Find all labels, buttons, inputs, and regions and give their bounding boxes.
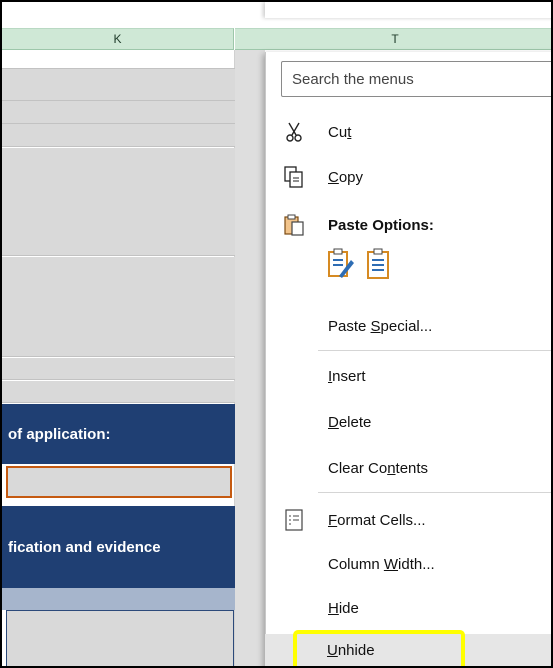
column-header-k-label: K	[113, 32, 122, 46]
cell-block[interactable]	[2, 381, 235, 403]
cell-block[interactable]	[2, 358, 235, 380]
cell-block[interactable]	[2, 148, 235, 256]
menu-item-paste-special[interactable]: Paste Special...	[266, 308, 551, 344]
menu-item-cut[interactable]: Cut	[266, 114, 551, 150]
mini-toolbar-edge	[265, 2, 551, 18]
insert-label-b: nsert	[332, 367, 366, 385]
hide-label-b: ide	[338, 599, 359, 617]
delete-label-accel: D	[328, 413, 339, 431]
column-width-label-b: idth...	[398, 555, 435, 573]
column-width-label-accel: W	[383, 555, 399, 573]
excel-window: K T of application: fication and evidenc…	[0, 0, 553, 668]
application-input-cell[interactable]	[6, 466, 232, 498]
section-header-application-text: of application:	[8, 425, 111, 443]
cell-block[interactable]	[2, 69, 235, 147]
menu-item-paste-options: Paste Options:	[266, 207, 551, 243]
copy-label-b: opy	[338, 168, 364, 186]
context-menu: Search the menus Cut Copy Paste Options:	[265, 52, 551, 666]
paste-formatting-icon[interactable]	[326, 247, 356, 281]
section-header-evidence-text: fication and evidence	[8, 538, 161, 556]
section-header-application[interactable]: of application:	[2, 404, 235, 464]
format-cells-label-b: ormat Cells...	[337, 511, 426, 529]
cut-label-a: Cu	[328, 123, 348, 141]
menu-separator	[318, 492, 551, 493]
format-cells-icon	[282, 508, 306, 532]
menu-item-copy[interactable]: Copy	[266, 159, 551, 195]
search-menus-input[interactable]: Search the menus	[281, 61, 551, 97]
paste-special-label-a: Paste	[328, 317, 371, 335]
column-header-t-label: T	[391, 32, 399, 46]
gridline	[2, 100, 235, 101]
paste-options-buttons	[326, 247, 394, 281]
menu-item-column-width[interactable]: Column Width...	[266, 546, 551, 582]
menu-item-hide[interactable]: Hide	[266, 590, 551, 626]
menu-item-insert[interactable]: Insert	[266, 358, 551, 394]
unhide-highlight-annotation	[293, 630, 465, 666]
copy-icon	[282, 165, 306, 189]
menu-separator	[318, 350, 551, 351]
menu-item-format-cells[interactable]: Format Cells...	[266, 502, 551, 538]
column-t-cells[interactable]	[235, 50, 265, 666]
clipboard-icon	[282, 213, 306, 237]
scissors-icon	[282, 120, 306, 144]
paste-options-label: Paste Options:	[328, 216, 434, 234]
delete-label-b: elete	[338, 413, 372, 431]
column-header-k[interactable]: K	[2, 28, 234, 50]
paste-special-label-accel: S	[370, 317, 381, 335]
clear-contents-label-accel: n	[387, 459, 396, 477]
copy-label-accel: C	[328, 168, 339, 186]
format-cells-label-accel: F	[328, 511, 338, 529]
menu-item-clear-contents[interactable]: Clear Contents	[266, 450, 551, 486]
paste-clipboard-icon[interactable]	[364, 247, 394, 281]
evidence-input-cell[interactable]	[6, 610, 234, 666]
column-header-t[interactable]: T	[235, 28, 551, 50]
clear-contents-label-b: tents	[395, 459, 429, 477]
search-menus-placeholder: Search the menus	[292, 70, 414, 88]
clear-contents-label-a: Clear Co	[328, 459, 388, 477]
paste-special-label-b: pecial...	[380, 317, 433, 335]
hide-label-accel: H	[328, 599, 339, 617]
cell-light-blue[interactable]	[2, 588, 235, 610]
cell-block[interactable]	[2, 257, 235, 357]
gridline	[2, 123, 235, 124]
menu-item-delete[interactable]: Delete	[266, 404, 551, 440]
section-header-evidence[interactable]: fication and evidence	[2, 506, 235, 588]
column-width-label-a: Column	[328, 555, 384, 573]
cut-label-accel: t	[347, 123, 352, 141]
